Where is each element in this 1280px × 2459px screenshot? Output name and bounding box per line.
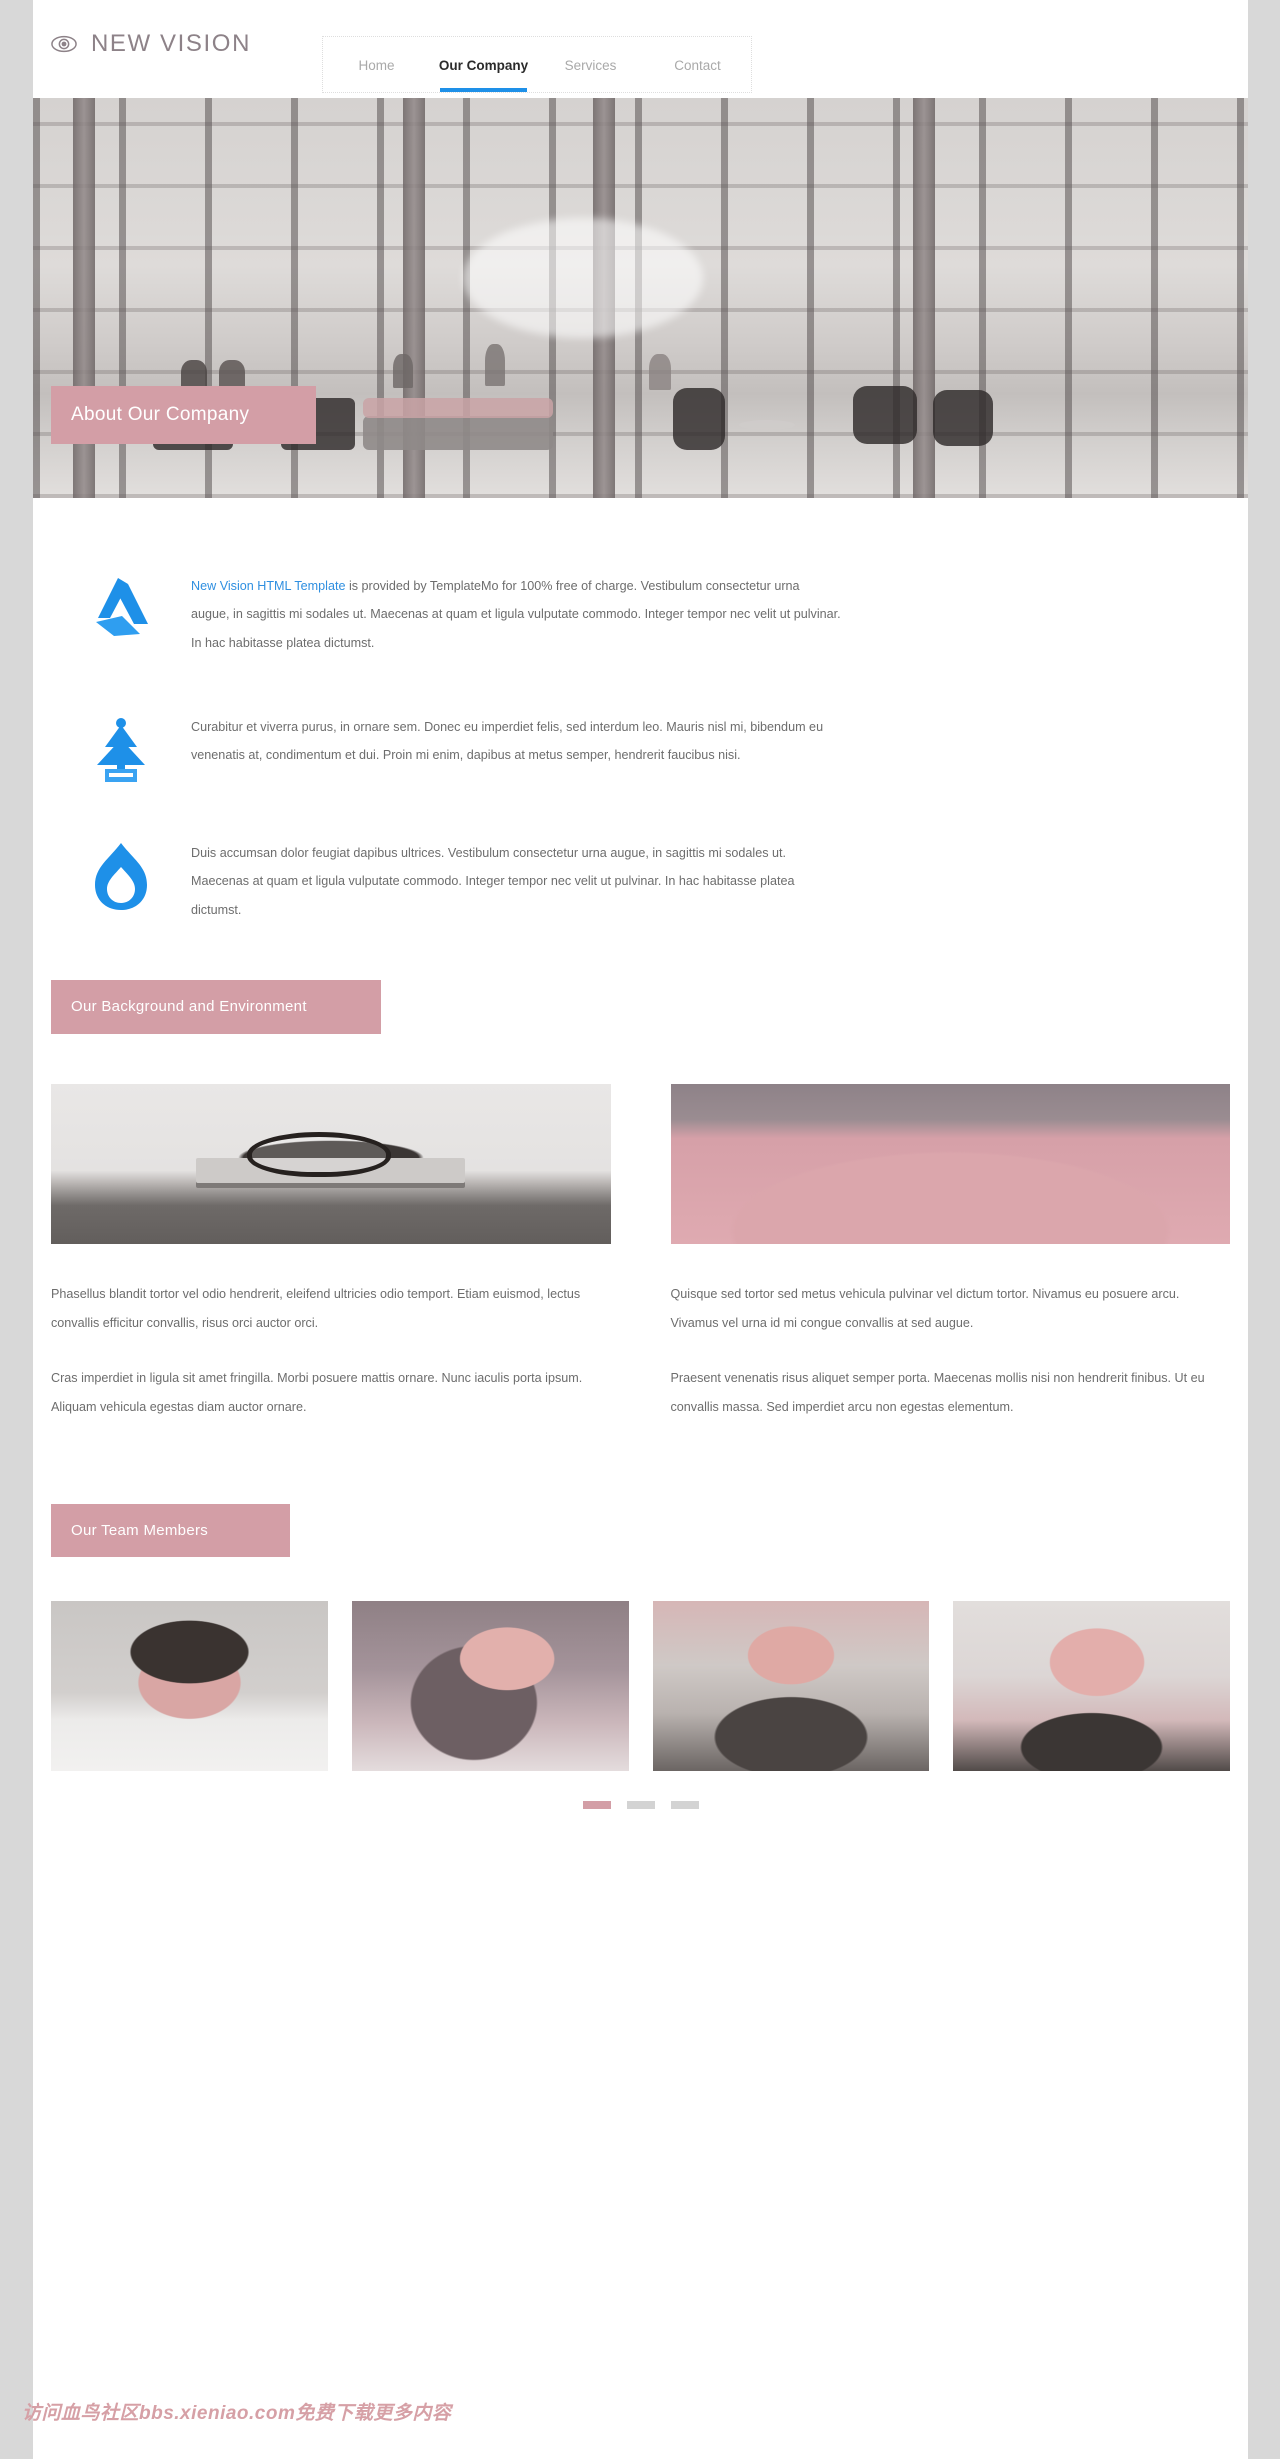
feature-item: Duis accumsan dolor feugiat dapibus ultr… [33,839,1248,924]
feature-text: Curabitur et viverra purus, in ornare se… [191,713,841,770]
team-member-photo [953,1600,1230,1771]
carousel-dot-1[interactable] [582,1800,611,1809]
team-member-card[interactable] [953,1600,1230,1771]
nav-item-contact[interactable]: Contact [644,37,751,92]
nav-item-home[interactable]: Home [323,37,430,92]
hero-person [649,354,671,390]
paragraph: Phasellus blandit tortor vel odio hendre… [51,1286,581,1330]
paragraph: Praesent venenatis risus aliquet semper … [670,1370,1205,1414]
feature-text: Duis accumsan dolor feugiat dapibus ultr… [191,839,841,924]
about-features-list: New Vision HTML Template is provided by … [33,498,1248,924]
landscape-photo [670,1083,1230,1244]
section-banner-about: About Our Company [51,386,316,444]
section-banner-team: Our Team Members [51,1503,290,1557]
hero-table [739,420,795,430]
background-column-right: Quisque sed tortor sed metus vehicula pu… [670,1083,1231,1422]
nav-item-our-company[interactable]: Our Company [430,37,537,92]
feature-link[interactable]: New Vision HTML Template [191,579,345,593]
carousel-indicators [33,1800,1248,1823]
hero-furniture [673,388,725,450]
feature-body: Curabitur et viverra purus, in ornare se… [191,719,824,763]
feature-body: Duis accumsan dolor feugiat dapibus ultr… [191,845,795,917]
hero-person [393,354,413,388]
section-banner-about-title: About Our Company [71,404,250,425]
site-header: NEW VISION Home Our Company Services Con… [33,0,1248,98]
team-member-photo [351,1600,629,1771]
hero-person [485,344,505,386]
hero-furniture [933,390,993,446]
watermark-text: 访问血鸟社区bbs.xieniao.com免费下载更多内容 [22,2403,452,2424]
hero-furniture [363,416,553,450]
team-carousel-track[interactable] [33,1557,1248,1771]
carousel-dot-2[interactable] [626,1800,655,1809]
hero-furniture [853,386,917,444]
page-root: NEW VISION Home Our Company Services Con… [0,0,1280,2459]
team-member-card[interactable] [351,1600,629,1771]
feature-text: New Vision HTML Template is provided by … [191,572,841,657]
background-environment-section: Our Background and Environment Phasellus… [33,979,1248,1422]
feature-item: Curabitur et viverra purus, in ornare se… [33,713,1248,783]
team-member-card[interactable] [652,1600,930,1771]
page-sheet: NEW VISION Home Our Company Services Con… [33,0,1248,2459]
section-banner-background: Our Background and Environment [51,979,381,1034]
desk-photo [51,1083,611,1244]
background-column-left: Phasellus blandit tortor vel odio hendre… [51,1083,611,1422]
team-member-photo [652,1600,930,1771]
paragraph: Quisque sed tortor sed metus vehicula pu… [670,1286,1180,1330]
section-banner-background-title: Our Background and Environment [71,998,307,1016]
background-column-right-text: Quisque sed tortor sed metus vehicula pu… [671,1280,1231,1422]
paragraph: Cras imperdiet in ligula sit amet fringi… [51,1370,583,1414]
nav-item-services[interactable]: Services [537,37,644,92]
hero-pillar [913,98,935,498]
flame-icon [51,839,191,911]
team-member-photo [51,1600,328,1771]
carousel-dot-3[interactable] [670,1800,699,1809]
site-logo-text: NEW VISION [91,30,252,57]
team-member-card[interactable] [51,1600,328,1771]
site-logo[interactable]: NEW VISION [51,30,251,58]
background-columns: Phasellus blandit tortor vel odio hendre… [33,1034,1248,1422]
pine-tree-icon [51,713,191,783]
hero-furniture [363,398,553,418]
feature-item: New Vision HTML Template is provided by … [33,572,1248,657]
background-column-left-text: Phasellus blandit tortor vel odio hendre… [51,1280,611,1422]
section-banner-team-title: Our Team Members [71,1521,209,1539]
team-members-section: Our Team Members [33,1503,1248,1823]
origami-bird-icon [51,572,191,638]
hero-highlight [463,218,703,338]
eye-icon [51,31,77,57]
main-navigation: Home Our Company Services Contact [322,36,752,93]
